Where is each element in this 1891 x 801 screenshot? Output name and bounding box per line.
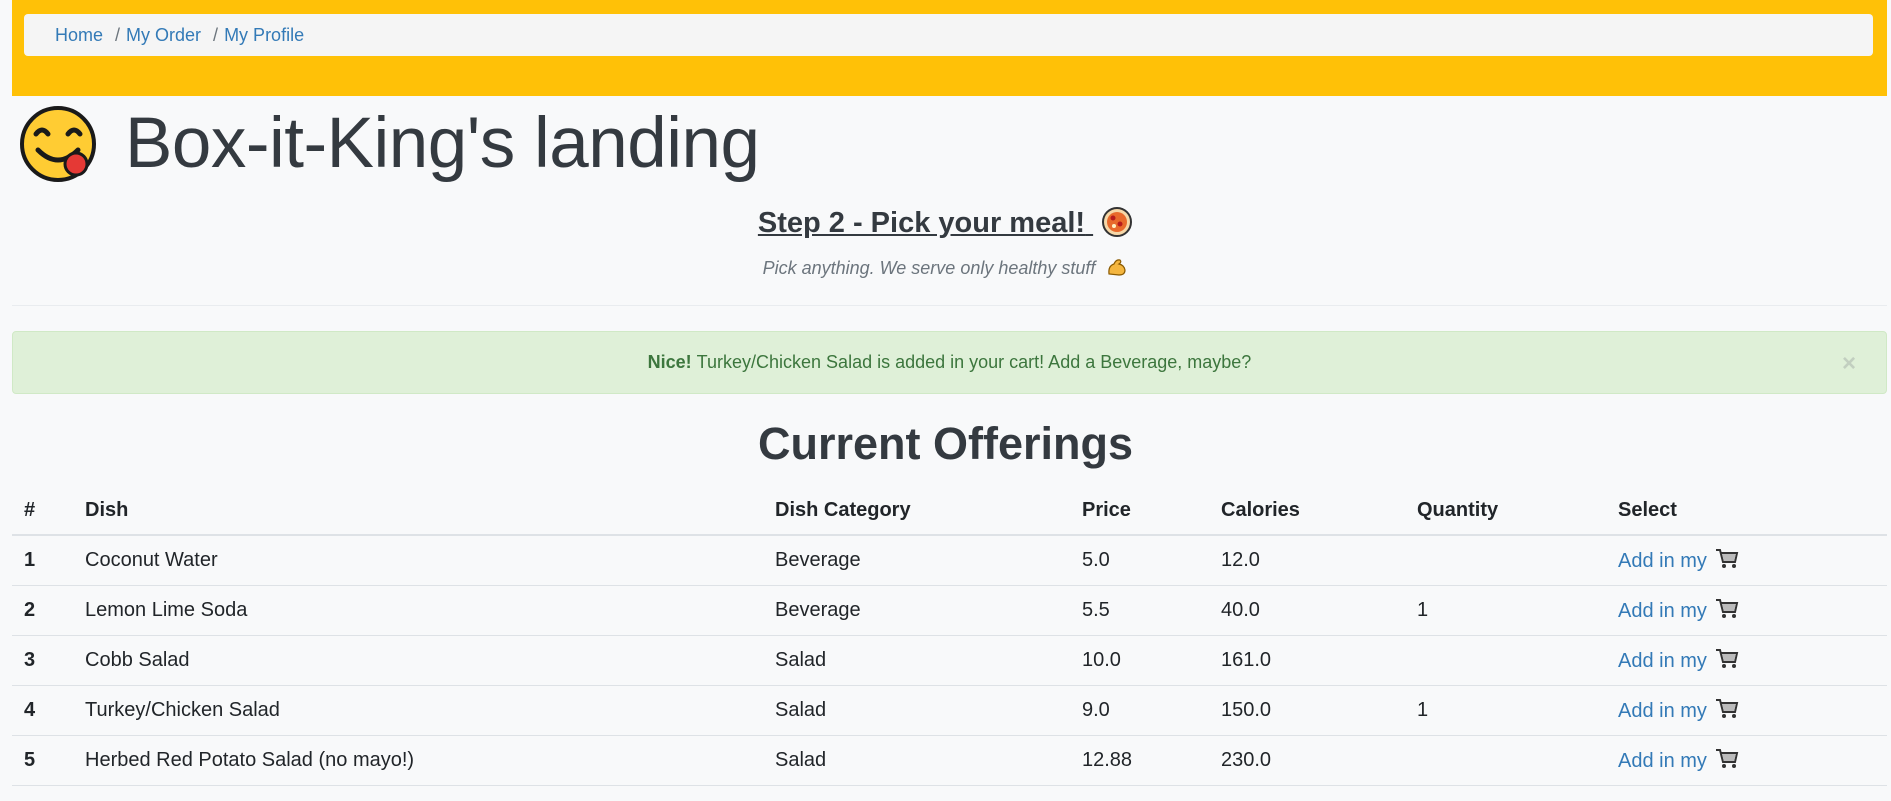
select-cell: Add in my	[1606, 735, 1887, 786]
dish-name: Herbed Red Potato Salad (no mayo!)	[73, 735, 763, 786]
row-number: 2	[12, 585, 73, 636]
dish-name: Lemon Lime Soda	[73, 585, 763, 636]
dish-quantity: 1	[1405, 685, 1606, 736]
dish-category: Salad	[763, 635, 1070, 686]
column-header: Price	[1070, 486, 1209, 536]
add-to-cart-link[interactable]: Add in my	[1618, 648, 1739, 672]
dish-quantity	[1405, 635, 1606, 686]
dish-category: Salad	[763, 685, 1070, 736]
breadcrumb-home-link[interactable]: Home	[55, 25, 103, 46]
dish-category: Beverage	[763, 535, 1070, 586]
column-header: Dish	[73, 486, 763, 536]
row-number: 1	[12, 535, 73, 586]
dish-calories: 150.0	[1209, 685, 1405, 736]
dish-calories: 40.0	[1209, 585, 1405, 636]
select-cell: Add in my	[1606, 585, 1887, 636]
flexed-biceps-icon	[1106, 256, 1128, 278]
row-number: 3	[12, 635, 73, 686]
offerings-table: # Dish Dish Category Price Calories Quan…	[12, 486, 1887, 786]
dish-name: Cobb Salad	[73, 635, 763, 686]
breadcrumb-my-order-link[interactable]: My Order	[126, 25, 201, 46]
dish-quantity	[1405, 735, 1606, 786]
add-to-cart-label: Add in my	[1618, 550, 1707, 572]
add-to-cart-link[interactable]: Add in my	[1618, 598, 1739, 622]
dish-price: 5.5	[1070, 585, 1209, 636]
table-row: 5 Herbed Red Potato Salad (no mayo!) Sal…	[12, 735, 1887, 786]
dish-price: 12.88	[1070, 735, 1209, 786]
alert-strong: Nice!	[647, 352, 692, 372]
breadcrumb: Home / My Order / My Profile	[24, 14, 1873, 56]
breadcrumb-separator: /	[213, 24, 219, 45]
row-number: 5	[12, 735, 73, 786]
tagline-text: Pick anything. We serve only healthy stu…	[762, 258, 1096, 278]
table-row: 1 Coconut Water Beverage 5.0 12.0 Add in…	[12, 535, 1887, 586]
dish-calories: 161.0	[1209, 635, 1405, 686]
shopping-cart-icon	[1715, 598, 1739, 620]
column-header: #	[12, 486, 73, 536]
breadcrumb-separator: /	[115, 24, 121, 45]
dish-quantity: 1	[1405, 585, 1606, 636]
step-heading: Step 2 - Pick your meal!	[0, 206, 1891, 240]
add-to-cart-label: Add in my	[1618, 750, 1707, 772]
header-bar: Home / My Order / My Profile	[12, 0, 1887, 96]
pizza-icon	[1101, 206, 1133, 238]
select-cell: Add in my	[1606, 535, 1887, 586]
page-title: Box-it-King's landing	[125, 104, 760, 183]
shopping-cart-icon	[1715, 698, 1739, 720]
shopping-cart-icon	[1715, 648, 1739, 670]
add-to-cart-link[interactable]: Add in my	[1618, 548, 1739, 572]
add-to-cart-label: Add in my	[1618, 700, 1707, 722]
select-cell: Add in my	[1606, 635, 1887, 686]
add-to-cart-label: Add in my	[1618, 650, 1707, 672]
alert-message: Turkey/Chicken Salad is added in your ca…	[696, 352, 1252, 372]
table-row: 3 Cobb Salad Salad 10.0 161.0 Add in my	[12, 635, 1887, 686]
dish-name: Coconut Water	[73, 535, 763, 586]
close-icon[interactable]: ×	[1842, 350, 1856, 378]
column-header: Calories	[1209, 486, 1405, 536]
add-to-cart-link[interactable]: Add in my	[1618, 698, 1739, 722]
shopping-cart-icon	[1715, 748, 1739, 770]
dish-calories: 12.0	[1209, 535, 1405, 586]
dish-name: Turkey/Chicken Salad	[73, 685, 763, 736]
dish-price: 9.0	[1070, 685, 1209, 736]
table-row: 4 Turkey/Chicken Salad Salad 9.0 150.0 1…	[12, 685, 1887, 736]
step-title: Step 2 - Pick your meal!	[757, 207, 1086, 239]
breadcrumb-my-profile-link[interactable]: My Profile	[224, 25, 304, 46]
column-header: Select	[1606, 486, 1887, 536]
success-alert: Nice! Turkey/Chicken Salad is added in y…	[12, 331, 1887, 394]
dish-price: 10.0	[1070, 635, 1209, 686]
add-to-cart-label: Add in my	[1618, 600, 1707, 622]
divider	[12, 305, 1887, 306]
section-title: Current Offerings	[757, 418, 1134, 469]
table-header-row: # Dish Dish Category Price Calories Quan…	[12, 486, 1887, 536]
table-row: 2 Lemon Lime Soda Beverage 5.5 40.0 1 Ad…	[12, 585, 1887, 636]
dish-calories: 230.0	[1209, 735, 1405, 786]
shopping-cart-icon	[1715, 548, 1739, 570]
dish-category: Beverage	[763, 585, 1070, 636]
face-savoring-food-icon	[18, 104, 98, 184]
column-header: Dish Category	[763, 486, 1070, 536]
tagline: Pick anything. We serve only healthy stu…	[0, 256, 1891, 279]
select-cell: Add in my	[1606, 685, 1887, 736]
dish-quantity	[1405, 535, 1606, 586]
row-number: 4	[12, 685, 73, 736]
column-header: Quantity	[1405, 486, 1606, 536]
dish-category: Salad	[763, 735, 1070, 786]
hero: Box-it-King's landing	[18, 104, 760, 184]
add-to-cart-link[interactable]: Add in my	[1618, 748, 1739, 772]
dish-price: 5.0	[1070, 535, 1209, 586]
